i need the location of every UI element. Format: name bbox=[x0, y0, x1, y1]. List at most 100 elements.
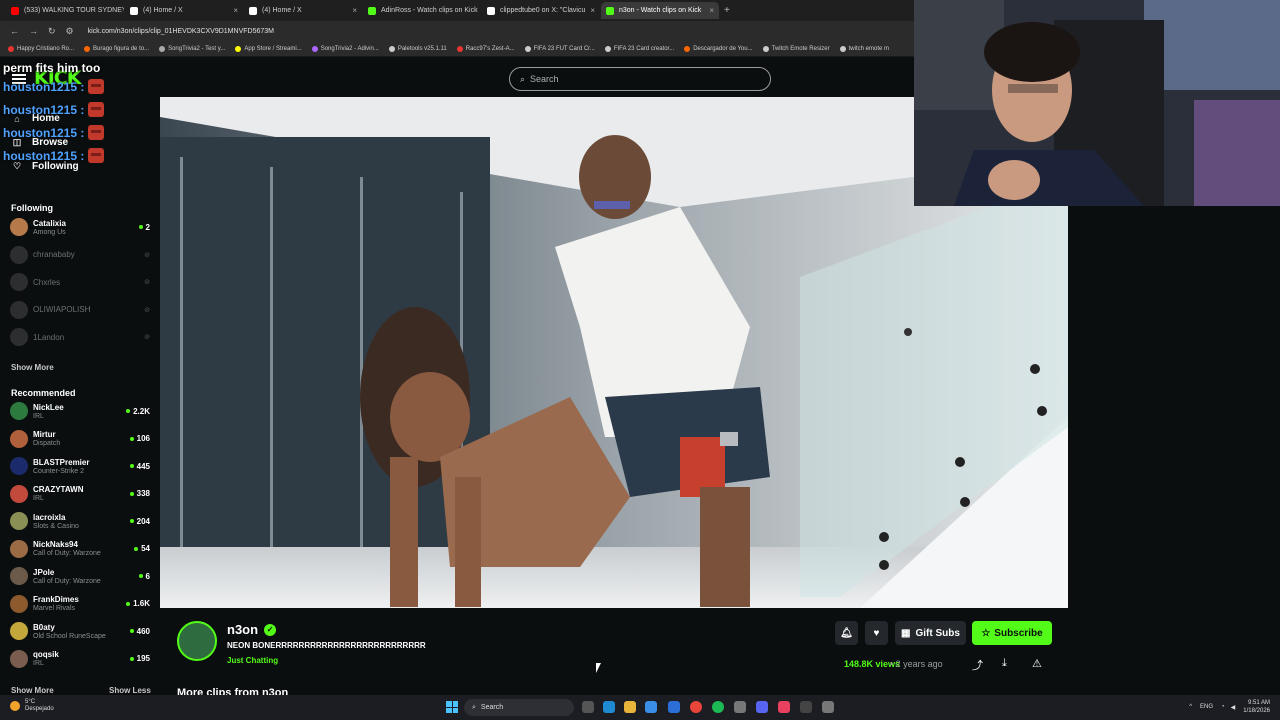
show-more-following-button[interactable]: Show More bbox=[11, 363, 54, 372]
recommended-channel[interactable]: JPole Call of Duty: Warzone 6 bbox=[10, 564, 150, 588]
follow-button[interactable]: ♥ bbox=[865, 621, 888, 645]
favicon-icon bbox=[487, 6, 495, 15]
edge-icon[interactable] bbox=[603, 701, 615, 713]
volume-icon[interactable]: ◀ bbox=[1231, 704, 1236, 711]
favicon-icon bbox=[11, 6, 19, 15]
following-channel[interactable]: Catalixia Among Us 2 bbox=[10, 215, 150, 239]
gear-icon[interactable] bbox=[822, 701, 834, 713]
show-less-recommended-button[interactable]: Show Less bbox=[109, 686, 151, 695]
weather-widget[interactable]: 5°C Despejado bbox=[10, 699, 54, 713]
browser-tab[interactable]: n3on - Watch clips on Kick × bbox=[601, 2, 719, 19]
chat-row: houston1215 : bbox=[3, 75, 133, 98]
streamer-avatar[interactable] bbox=[177, 621, 217, 661]
bookmark-item[interactable]: Burago figura de to... bbox=[84, 45, 149, 52]
bell-button[interactable]: 🔔︎ bbox=[835, 621, 858, 645]
recommended-channel[interactable]: lacroixla Slots & Casino 204 bbox=[10, 509, 150, 533]
avatar bbox=[10, 457, 28, 475]
verified-icon: ✓ bbox=[264, 623, 277, 636]
close-icon[interactable]: × bbox=[348, 6, 357, 15]
clip-category[interactable]: Just Chatting bbox=[227, 656, 278, 665]
chrome-icon[interactable] bbox=[690, 701, 702, 713]
spotify-icon[interactable] bbox=[712, 701, 724, 713]
following-channel[interactable]: OLIWIAPOLISH ⊘ bbox=[10, 298, 150, 322]
recommended-channel[interactable]: CRAZYTAWN IRL 338 bbox=[10, 482, 150, 506]
browser-tab[interactable]: (533) WALKING TOUR SYDNEY× bbox=[6, 2, 124, 19]
browser-tab[interactable]: clippedtube0 on X: "Clavicu × bbox=[482, 2, 600, 19]
back-icon[interactable]: ← bbox=[10, 26, 19, 36]
store-icon[interactable] bbox=[645, 701, 657, 713]
browser-tab[interactable]: (4) Home / X × bbox=[244, 2, 362, 19]
clock[interactable]: 9:51 AM 1/18/2026 bbox=[1243, 699, 1270, 715]
recommended-channel[interactable]: FrankDimes Marvel Rivals 1.6K bbox=[10, 592, 150, 616]
favicon-icon bbox=[606, 6, 614, 15]
bookmark-item[interactable]: twitch emote m bbox=[839, 45, 889, 52]
avatar bbox=[10, 649, 28, 668]
start-button[interactable] bbox=[446, 701, 458, 713]
discord-icon[interactable] bbox=[756, 701, 768, 713]
bookmark-item[interactable]: Paletools v25.1.11 bbox=[388, 45, 447, 52]
close-icon[interactable]: × bbox=[586, 6, 595, 15]
outlook-icon[interactable] bbox=[668, 701, 680, 713]
gift-icon: ▦ bbox=[901, 627, 911, 639]
taskbar-search[interactable]: ⌕ Search bbox=[464, 699, 574, 716]
bookmark-item[interactable]: Descargador de You... bbox=[684, 45, 753, 52]
wifi-icon[interactable]: ◔ bbox=[1221, 704, 1225, 710]
browser-tab[interactable]: (4) Home / X × bbox=[125, 2, 243, 19]
new-tab-icon[interactable]: + bbox=[724, 5, 730, 16]
bookmark-item[interactable]: App Store / Streami... bbox=[235, 45, 302, 52]
streamer-name[interactable]: n3on bbox=[227, 622, 258, 637]
viewer-count: 106 bbox=[129, 434, 150, 443]
recommended-channel[interactable]: Mirtur Dispatch 106 bbox=[10, 427, 150, 451]
subscribe-button[interactable]: ☆ Subscribe bbox=[972, 621, 1052, 645]
following-channel[interactable]: Chxrles ⊘ bbox=[10, 270, 150, 294]
browser-tab[interactable]: AdinRoss - Watch clips on Kick× bbox=[363, 2, 481, 19]
site-info-icon[interactable]: ⚙ bbox=[66, 26, 74, 37]
bookmark-icon bbox=[762, 45, 769, 52]
bookmark-item[interactable]: Racc97's Zest-A... bbox=[456, 45, 515, 52]
viewer-count: 1.6K bbox=[126, 599, 150, 608]
bookmark-item[interactable]: SongTrivia2 - Adivin... bbox=[311, 45, 379, 52]
music-icon[interactable] bbox=[778, 701, 790, 713]
gift-subs-button[interactable]: ▦ Gift Subs bbox=[895, 621, 966, 645]
file-explorer-icon[interactable] bbox=[624, 701, 636, 713]
recommended-channel[interactable]: BLASTPremier Counter-Strike 2 445 bbox=[10, 454, 150, 478]
chevron-up-icon[interactable]: ^ bbox=[1189, 704, 1192, 710]
settings-icon[interactable] bbox=[734, 701, 746, 713]
task-view-icon[interactable] bbox=[582, 701, 594, 713]
report-icon[interactable]: ⚠ bbox=[1032, 657, 1042, 670]
following-channel[interactable]: chranababy ⊘ bbox=[10, 243, 150, 267]
bookmark-item[interactable]: SongTrivia2 - Test y... bbox=[159, 45, 225, 52]
close-icon[interactable]: × bbox=[229, 6, 238, 15]
recommended-channel[interactable]: NickNaks94 Call of Duty: Warzone 54 bbox=[10, 537, 150, 561]
live-dot-icon bbox=[129, 519, 134, 523]
forward-icon[interactable]: → bbox=[29, 26, 38, 36]
close-icon[interactable]: × bbox=[705, 6, 714, 15]
following-channel[interactable]: 1Landon ⊘ bbox=[10, 325, 150, 349]
star-icon: ☆ bbox=[981, 627, 991, 639]
language-indicator[interactable]: ENG bbox=[1200, 704, 1213, 710]
recommended-channel[interactable]: qoqsik IRL 195 bbox=[10, 647, 150, 671]
bookmark-icon bbox=[839, 45, 846, 52]
bookmark-item[interactable]: FIFA 23 FUT Card Cr... bbox=[524, 45, 595, 52]
search-input[interactable]: ⌕ Search bbox=[509, 67, 771, 91]
url-field[interactable]: kick.com/n3on/clips/clip_01HEVDK3CXV9D1M… bbox=[88, 28, 274, 35]
reload-icon[interactable]: ↻ bbox=[48, 26, 56, 37]
avatar bbox=[10, 218, 28, 236]
bookmark-item[interactable]: FIFA 23 Card creator... bbox=[604, 45, 674, 52]
weather-desc: Despejado bbox=[25, 706, 54, 712]
bookmark-label: twitch emote m bbox=[848, 45, 889, 52]
bookmark-item[interactable]: Twitch Emote Resizer bbox=[762, 45, 830, 52]
avatar bbox=[10, 539, 28, 558]
avatar bbox=[10, 622, 28, 640]
recommended-channel[interactable]: B0aty Old School RuneScape 460 bbox=[10, 619, 150, 643]
chat-row: houston1215 : bbox=[3, 144, 133, 167]
share-icon[interactable]: ⤴ bbox=[972, 657, 983, 673]
avatar bbox=[10, 402, 28, 420]
recommended-channel[interactable]: NickLee IRL 2.2K bbox=[10, 399, 150, 423]
download-icon[interactable]: ⤓ bbox=[1002, 657, 1007, 670]
show-more-recommended-button[interactable]: Show More bbox=[11, 686, 54, 695]
obs-icon[interactable] bbox=[800, 701, 812, 713]
channel-name: chranababy bbox=[33, 250, 75, 259]
bookmark-item[interactable]: Happy Cristiano Ro... bbox=[8, 45, 74, 52]
close-icon[interactable]: × bbox=[478, 6, 481, 15]
